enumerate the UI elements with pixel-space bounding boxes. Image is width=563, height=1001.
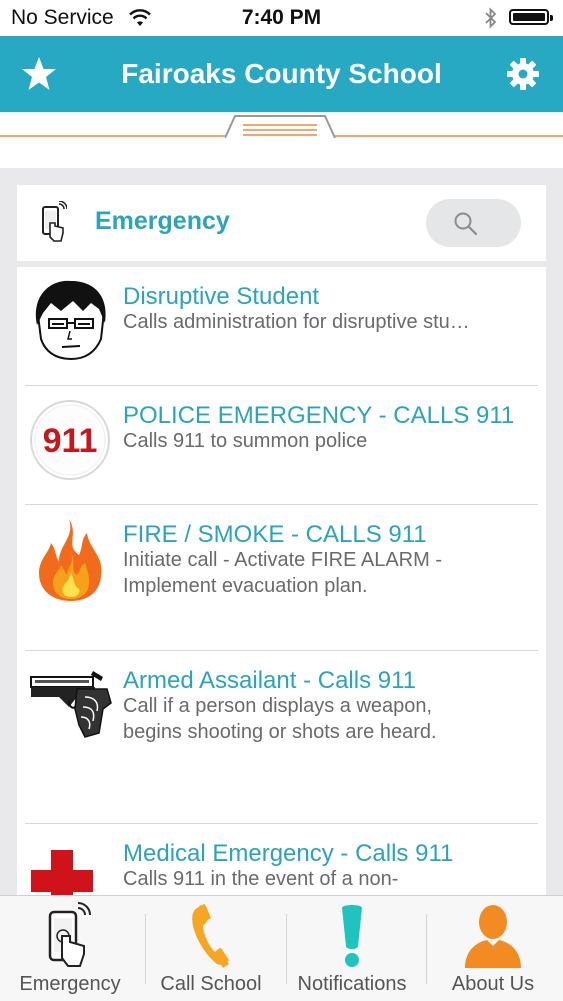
touch-phone-icon xyxy=(41,200,68,248)
touch-phone-icon xyxy=(46,902,92,975)
exclamation-icon xyxy=(338,902,366,973)
list-item[interactable]: 911 POLICE EMERGENCY - CALLS 911 Calls 9… xyxy=(17,386,546,504)
item-title: Disruptive Student xyxy=(123,283,320,310)
phone-handset-icon xyxy=(191,902,231,973)
tab-label: Call School xyxy=(160,973,262,995)
gear-icon[interactable] xyxy=(505,56,541,97)
item-title: POLICE EMERGENCY - CALLS 911 xyxy=(123,402,515,429)
item-title: Medical Emergency - Calls 911 xyxy=(123,840,454,867)
item-description: Initiate call - Activate FIRE ALARM - Im… xyxy=(123,549,442,597)
tab-call-school[interactable]: Call School xyxy=(141,896,281,1001)
fire-icon xyxy=(29,517,111,608)
item-title: FIRE / SMOKE - CALLS 911 xyxy=(123,521,427,548)
list-item[interactable]: Medical Emergency - Calls 911 Calls 911 … xyxy=(17,824,546,895)
person-icon xyxy=(463,902,523,973)
list-item[interactable]: Disruptive Student Calls administration … xyxy=(17,267,546,385)
section-title: Emergency xyxy=(95,207,230,235)
list-item[interactable]: FIRE / SMOKE - CALLS 911 Initiate call -… xyxy=(17,505,546,650)
nav-bar: Fairoaks County School xyxy=(0,36,563,112)
badge-text: 911 xyxy=(43,422,98,460)
tab-emergency[interactable]: Emergency xyxy=(0,896,140,1001)
list-item[interactable]: Armed Assailant - Calls 911 Call if a pe… xyxy=(17,651,546,823)
handgun-icon xyxy=(29,667,115,744)
battery-icon xyxy=(509,9,553,25)
page-title: Fairoaks County School xyxy=(121,58,442,89)
status-bar: No Service 7:40 PM xyxy=(0,0,563,36)
student-face-icon xyxy=(29,279,111,368)
item-description: Calls administration for disruptive stu… xyxy=(123,311,470,333)
item-description: Call if a person displays a weapon, begi… xyxy=(123,695,437,743)
bluetooth-icon xyxy=(484,7,498,35)
911-badge-icon: 911 xyxy=(29,398,111,487)
tab-bar: Emergency Call School Notifications Abou… xyxy=(0,895,563,1001)
pull-down-band xyxy=(0,112,563,168)
emergency-list: Disruptive Student Calls administration … xyxy=(17,267,546,895)
tab-label: Emergency xyxy=(19,973,121,995)
search-button[interactable] xyxy=(426,199,521,247)
tab-label: About Us xyxy=(451,973,535,995)
tab-notifications[interactable]: Notifications xyxy=(282,896,422,1001)
red-cross-icon xyxy=(29,848,95,895)
search-icon xyxy=(454,212,478,236)
item-description: Calls 911 in the event of a non- xyxy=(123,868,399,890)
clock: 7:40 PM xyxy=(241,6,322,29)
item-title: Armed Assailant - Calls 911 xyxy=(123,667,417,694)
tab-label: Notifications xyxy=(297,973,407,995)
section-header: Emergency xyxy=(17,185,546,261)
pull-tab-handle[interactable] xyxy=(225,114,337,140)
item-description: Calls 911 to summon police xyxy=(123,430,368,452)
tab-about-us[interactable]: About Us xyxy=(423,896,563,1001)
